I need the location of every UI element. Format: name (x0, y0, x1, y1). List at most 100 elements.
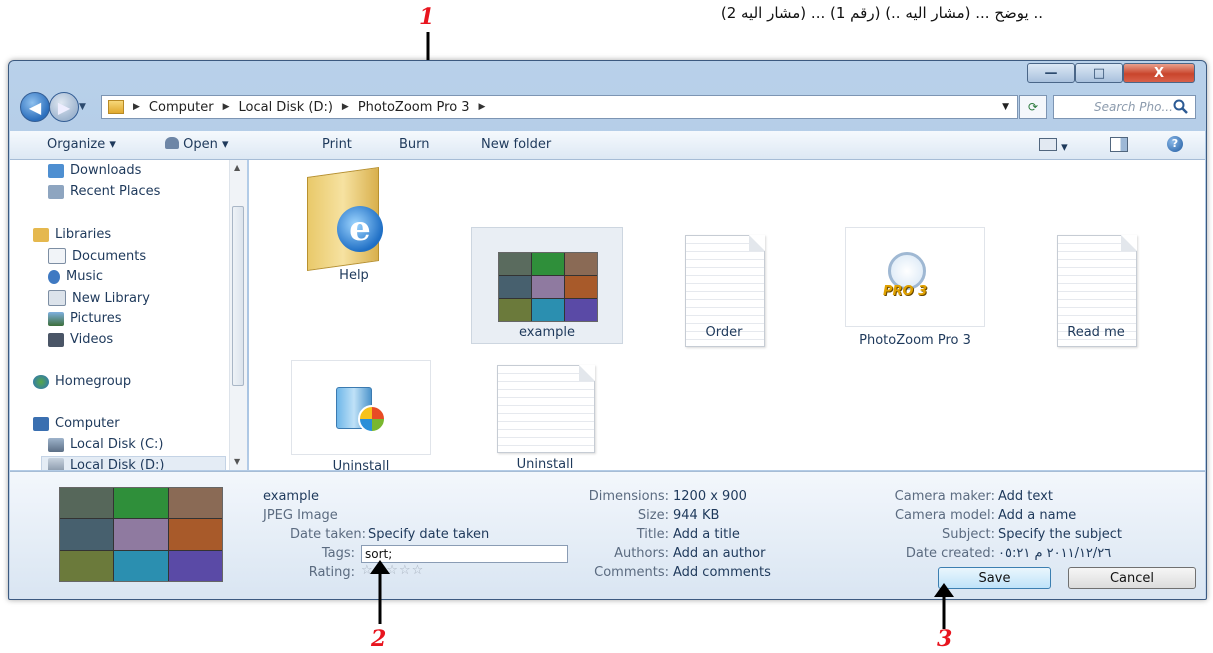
nav-item-computer[interactable]: Computer (33, 416, 120, 431)
file-item[interactable]: Uninstall (497, 365, 637, 475)
file-item[interactable]: PRO 3 PhotoZoom Pro 3 (845, 227, 985, 367)
nav-item-label: Downloads (70, 163, 142, 178)
page-caption: يوضح ... (مشار اليه ..) (رقم 1) ... (مشا… (720, 4, 1043, 22)
nav-item-label: Libraries (55, 227, 112, 242)
nav-item-local-disk-c[interactable]: Local Disk (C:) (48, 437, 163, 452)
refresh-button[interactable]: ⟳ (1019, 95, 1047, 119)
nav-item-label: Recent Places (70, 184, 161, 199)
minimize-button[interactable]: — (1027, 63, 1075, 83)
libraries-icon (33, 227, 49, 242)
date-taken-value[interactable]: Specify date taken (368, 527, 489, 542)
image-mosaic-icon (498, 252, 598, 322)
nav-item-label: Documents (72, 248, 147, 264)
nav-item-label: Pictures (70, 311, 122, 326)
recent-places-icon (48, 184, 64, 199)
subject-value[interactable]: Specify the subject (998, 527, 1122, 542)
address-dropdown-icon[interactable]: ▼ (1002, 102, 1009, 112)
search-input[interactable]: Search Pho... (1053, 95, 1196, 119)
preview-pane-button[interactable] (1110, 137, 1128, 156)
annotation-arrow-3 (934, 583, 954, 629)
homegroup-icon (33, 374, 49, 389)
file-item-selected[interactable]: example (471, 227, 623, 344)
nav-item-libraries[interactable]: Libraries (33, 227, 111, 242)
annotation-number-2: 2 (371, 626, 387, 652)
nav-item-label: Videos (70, 332, 114, 347)
size-value: 944 KB (673, 508, 720, 523)
camera-model-value[interactable]: Add a name (998, 508, 1076, 523)
nav-item-videos[interactable]: Videos (48, 332, 113, 347)
burn-button[interactable]: Burn (399, 137, 430, 152)
drive-icon (48, 437, 64, 452)
details-pane: example JPEG Image Date taken: Specify d… (10, 471, 1205, 599)
nav-scrollbar-thumb[interactable] (232, 206, 244, 386)
new-folder-button[interactable]: New folder (481, 137, 551, 152)
help-icon: ? (1167, 136, 1183, 152)
title-value[interactable]: Add a title (673, 527, 740, 542)
nav-item-label: Computer (55, 416, 120, 431)
nav-item-pictures[interactable]: Pictures (48, 311, 121, 326)
file-item[interactable]: Order (679, 235, 819, 355)
breadcrumb-computer[interactable]: Computer (149, 100, 214, 115)
address-bar[interactable]: ▶ Computer ▶ Local Disk (D:) ▶ PhotoZoom… (101, 95, 1018, 119)
date-created-value[interactable]: ٢٠١١/١٢/٢٦ م ٠٥:٢١ (998, 546, 1111, 561)
breadcrumb-local-disk-d[interactable]: Local Disk (D:) (238, 100, 332, 115)
change-view-button[interactable]: ▾ (1039, 138, 1068, 155)
nav-item-new-library[interactable]: New Library (48, 290, 150, 306)
computer-icon (33, 416, 49, 431)
search-icon[interactable] (1173, 99, 1189, 115)
file-label: PhotoZoom Pro 3 (859, 333, 971, 348)
authors-label: Authors: (614, 546, 669, 561)
nav-item-label: New Library (72, 290, 150, 306)
title-label: Title: (636, 527, 669, 542)
file-item[interactable]: e Help (289, 162, 419, 283)
command-toolbar: Organize ▾ Open ▾ Print Burn New folder … (10, 131, 1205, 160)
nav-item-recent-places[interactable]: Recent Places (48, 184, 160, 199)
print-button[interactable]: Print (322, 137, 352, 152)
back-button[interactable]: ◀ (20, 92, 50, 122)
nav-scrollbar[interactable]: ▲ ▼ (229, 160, 247, 470)
nav-item-label: Music (66, 269, 103, 284)
back-arrow-icon: ◀ (28, 97, 42, 117)
file-item[interactable]: Read me (1051, 235, 1191, 355)
annotation-number-1: 1 (419, 4, 435, 30)
camera-model-label: Camera model: (894, 508, 995, 523)
open-label: Open (183, 137, 218, 152)
comments-value[interactable]: Add comments (673, 565, 771, 580)
scroll-down-icon[interactable]: ▼ (234, 457, 240, 466)
nav-item-local-disk-d[interactable]: Local Disk (D:) (41, 456, 226, 470)
windows-shield-icon (358, 405, 386, 433)
details-filetype: JPEG Image (263, 508, 338, 523)
tags-label: Tags: (321, 546, 355, 561)
installer-tile (291, 360, 431, 455)
nav-item-homegroup[interactable]: Homegroup (33, 374, 131, 389)
refresh-icon: ⟳ (1027, 100, 1039, 114)
camera-maker-value[interactable]: Add text (998, 489, 1053, 504)
file-list: e Help example Order PRO 3 PhotoZoom Pro… (249, 160, 1205, 474)
annotation-number-3: 3 (937, 626, 953, 652)
maximize-button[interactable]: □ (1075, 63, 1123, 83)
nav-item-music[interactable]: Music (48, 269, 103, 284)
organize-menu[interactable]: Organize ▾ (47, 137, 116, 152)
nav-item-label: Local Disk (C:) (70, 437, 164, 452)
breadcrumb-photozoom[interactable]: PhotoZoom Pro 3 (358, 100, 470, 115)
subject-label: Subject: (942, 527, 995, 542)
file-item[interactable]: Uninstall (291, 360, 431, 474)
nav-item-downloads[interactable]: Downloads (48, 163, 141, 178)
view-icon (1039, 138, 1057, 151)
details-filename: example (263, 489, 319, 504)
forward-button[interactable]: ▶ (49, 92, 79, 122)
organize-label: Organize (47, 137, 106, 152)
breadcrumb-separator-icon: ▶ (341, 102, 349, 112)
photozoom-tile: PRO 3 (845, 227, 985, 327)
help-button[interactable]: ? (1167, 136, 1183, 152)
file-label: example (519, 325, 575, 340)
authors-value[interactable]: Add an author (673, 546, 765, 561)
cancel-button[interactable]: Cancel (1068, 567, 1196, 589)
open-menu[interactable]: Open ▾ (165, 137, 229, 152)
recent-pages-chevron-icon[interactable]: ▼ (79, 102, 86, 112)
date-created-label: Date created: (905, 546, 995, 561)
nav-item-documents[interactable]: Documents (48, 248, 146, 264)
scroll-up-icon[interactable]: ▲ (234, 163, 240, 172)
close-button[interactable]: X (1123, 63, 1195, 83)
search-placeholder-text: Search Pho... (1094, 100, 1173, 114)
